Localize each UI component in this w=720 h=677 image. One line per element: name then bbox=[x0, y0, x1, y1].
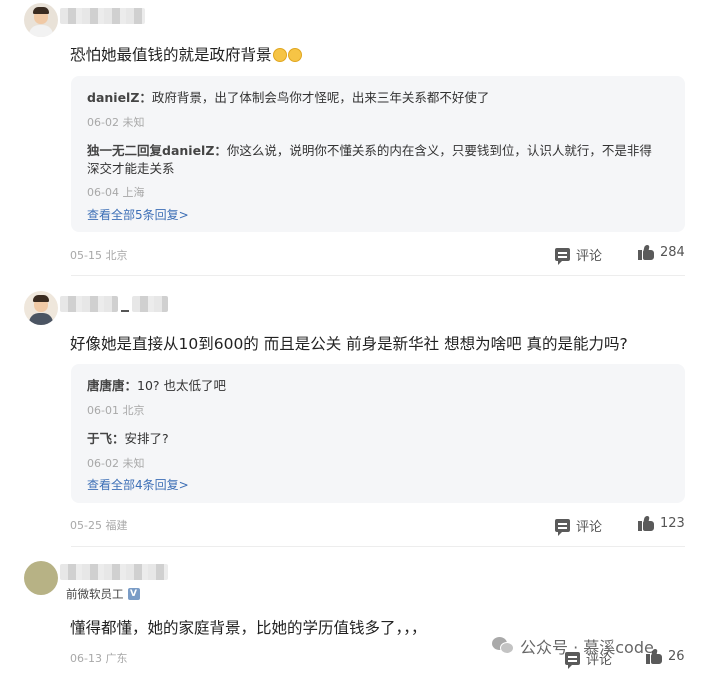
reply-meta: 06-04 上海 bbox=[87, 186, 145, 199]
comment-text: 懂得都懂，她的家庭背景，比她的学历值钱多了，，， bbox=[70, 619, 427, 637]
reply-1: danielZ：政府背景，出了体制会鸟你才怪呢，出来三年关系都不好使了 bbox=[87, 90, 490, 105]
username-blurred[interactable] bbox=[60, 564, 168, 580]
view-all-replies-link[interactable]: 查看全部5条回复> bbox=[87, 206, 189, 223]
username-underscore bbox=[121, 310, 129, 312]
avatar[interactable] bbox=[24, 561, 58, 595]
like-button[interactable]: 123 bbox=[638, 516, 685, 531]
comment-icon bbox=[555, 248, 570, 265]
divider bbox=[71, 546, 685, 547]
avatar[interactable] bbox=[24, 291, 58, 325]
comment-meta: 05-25 福建 bbox=[70, 519, 128, 532]
reply-1: 唐唐唐：10? 也太低了吧 bbox=[87, 378, 227, 393]
divider bbox=[71, 275, 685, 276]
comment-meta: 06-13 广东 bbox=[70, 652, 128, 665]
reply-2: 独一无二回复danielZ：你这么说，说明你不懂关系的内在含义，只要钱到位，认识… bbox=[87, 143, 652, 158]
wechat-watermark: 公众号 · 慕溪code bbox=[492, 634, 654, 658]
reply-meta: 06-02 未知 bbox=[87, 457, 145, 470]
comment-text: 好像她是直接从10到600的 而且是公关 前身是新华社 想想为啥吧 真的是能力吗… bbox=[70, 335, 628, 353]
thumbs-up-icon bbox=[638, 245, 654, 260]
wechat-icon bbox=[492, 637, 514, 655]
reply-2: 于飞：安排了? bbox=[87, 431, 169, 446]
reply-2-cont: 深交才能走关系 bbox=[87, 161, 175, 176]
username-blurred[interactable] bbox=[60, 296, 118, 312]
comment-icon bbox=[555, 519, 570, 536]
reply-meta: 06-02 未知 bbox=[87, 116, 145, 129]
emoji-icon bbox=[272, 48, 287, 62]
user-badge: 前微软员工 V bbox=[66, 586, 140, 602]
reply-box: 唐唐唐：10? 也太低了吧 06-01 北京 于飞：安排了? 06-02 未知 … bbox=[71, 364, 685, 503]
comment-text: 恐怕她最值钱的就是政府背景 bbox=[70, 43, 302, 65]
reply-box: danielZ：政府背景，出了体制会鸟你才怪呢，出来三年关系都不好使了 06-0… bbox=[71, 76, 685, 232]
verified-icon: V bbox=[127, 588, 140, 600]
reply-meta: 06-01 北京 bbox=[87, 404, 145, 417]
avatar[interactable] bbox=[24, 3, 58, 37]
username-blurred[interactable] bbox=[60, 8, 145, 24]
thumbs-up-icon bbox=[638, 516, 654, 531]
comment-button[interactable]: 评论 bbox=[555, 516, 602, 536]
view-all-replies-link[interactable]: 查看全部4条回复> bbox=[87, 476, 189, 493]
username-blurred[interactable] bbox=[132, 296, 168, 312]
comment-meta: 05-15 北京 bbox=[70, 249, 128, 262]
emoji-icon bbox=[287, 48, 302, 62]
like-button[interactable]: 284 bbox=[638, 245, 685, 260]
comment-button[interactable]: 评论 bbox=[555, 245, 602, 265]
